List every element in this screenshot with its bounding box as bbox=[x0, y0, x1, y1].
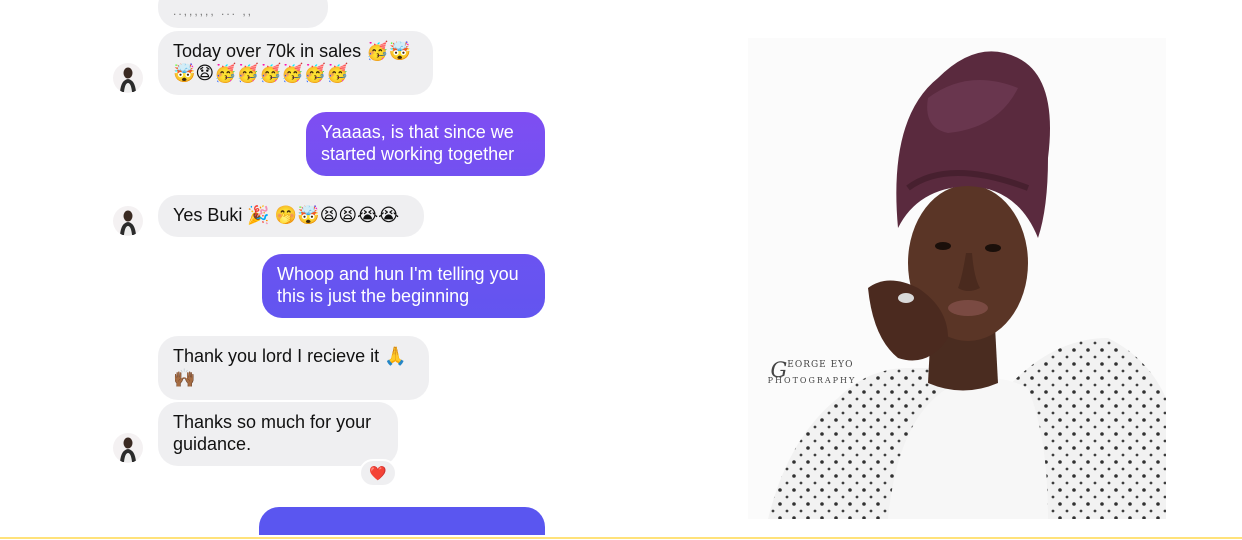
message-text: Today over 70k in sales 🥳🤯 bbox=[173, 41, 411, 61]
message-text: Yaaaas, is that since we bbox=[321, 122, 514, 142]
message-bubble-incoming[interactable]: Today over 70k in sales 🥳🤯 🤯😧🥳🥳🥳🥳🥳🥳 bbox=[158, 31, 433, 95]
heart-icon: ❤️ bbox=[369, 465, 387, 481]
avatar-icon bbox=[120, 67, 136, 92]
bottom-divider bbox=[0, 537, 1242, 539]
reaction-badge[interactable]: ❤️ bbox=[359, 459, 397, 487]
avatar[interactable] bbox=[113, 206, 143, 236]
message-text: guidance. bbox=[173, 434, 252, 454]
message-text: 🤯😧🥳🥳🥳🥳🥳🥳 bbox=[173, 63, 349, 83]
message-text: started working together bbox=[321, 144, 515, 164]
message-text: Thank you lord I recieve it 🙏 bbox=[173, 346, 407, 366]
avatar-icon bbox=[120, 437, 136, 462]
avatar[interactable] bbox=[113, 433, 143, 463]
portrait-photo: GEORGE EYO PHOTOGRAPHY bbox=[748, 38, 1166, 519]
photographer-watermark: GEORGE EYO PHOTOGRAPHY bbox=[748, 358, 882, 385]
message-text: Yes Buki 🎉 🤭🤯😫😫😭😭 bbox=[173, 205, 400, 225]
message-bubble-incoming[interactable]: Yes Buki 🎉 🤭🤯😫😫😭😭 bbox=[158, 195, 424, 237]
avatar[interactable] bbox=[113, 63, 143, 93]
message-bubble-incoming[interactable]: Thank you lord I recieve it 🙏 🙌🏾 bbox=[158, 336, 429, 400]
watermark-subtitle: PHOTOGRAPHY bbox=[767, 376, 857, 385]
message-text: Whoop and hun I'm telling you bbox=[277, 264, 519, 284]
message-text: ..,,,,,, ... ,, bbox=[173, 4, 254, 18]
message-text: 🙌🏾 bbox=[173, 368, 196, 388]
message-bubble-incoming[interactable]: Thanks so much for your guidance. bbox=[158, 402, 398, 466]
message-text: Thanks so much for your bbox=[173, 412, 372, 432]
portrait-image bbox=[748, 38, 1166, 519]
message-bubble-outgoing[interactable]: Whoop and hun I'm telling you this is ju… bbox=[262, 254, 545, 318]
message-bubble-outgoing[interactable]: Yaaaas, is that since we started working… bbox=[306, 112, 545, 176]
message-bubble-clipped[interactable]: ..,,,,,, ... ,, bbox=[158, 0, 328, 28]
message-bubble-outgoing-clipped[interactable] bbox=[259, 507, 545, 535]
watermark-name: EORGE EYO bbox=[787, 360, 854, 370]
avatar-icon bbox=[120, 210, 136, 235]
message-text: this is just the beginning bbox=[277, 286, 470, 306]
